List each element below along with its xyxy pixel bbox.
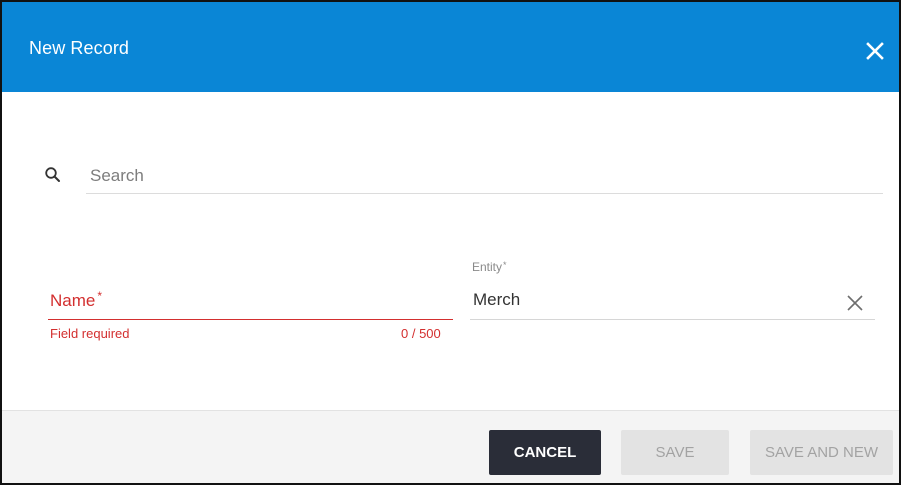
dialog-header: New Record bbox=[2, 2, 899, 92]
name-label: Name * bbox=[50, 289, 103, 310]
dialog-footer: CANCEL SAVE SAVE AND NEW bbox=[2, 410, 899, 483]
name-error-text: Field required bbox=[50, 326, 130, 341]
dialog-title: New Record bbox=[29, 38, 130, 58]
name-field[interactable]: Name * bbox=[48, 284, 453, 320]
new-record-dialog: New Record Name* Field required 0 / 500 … bbox=[0, 0, 901, 485]
save-button[interactable]: SAVE bbox=[621, 430, 729, 475]
entity-label: Entity* bbox=[472, 260, 507, 274]
save-and-new-button[interactable]: SAVE AND NEW bbox=[750, 430, 893, 475]
entity-field[interactable]: Merch bbox=[470, 284, 875, 320]
search-input[interactable] bbox=[86, 158, 883, 194]
name-char-counter: 0 / 500 bbox=[401, 326, 441, 341]
search-icon bbox=[44, 166, 62, 184]
cancel-button[interactable]: CANCEL bbox=[489, 430, 601, 475]
entity-value: Merch bbox=[473, 290, 521, 309]
entity-clear-icon[interactable] bbox=[846, 294, 864, 312]
close-icon[interactable] bbox=[864, 40, 886, 62]
